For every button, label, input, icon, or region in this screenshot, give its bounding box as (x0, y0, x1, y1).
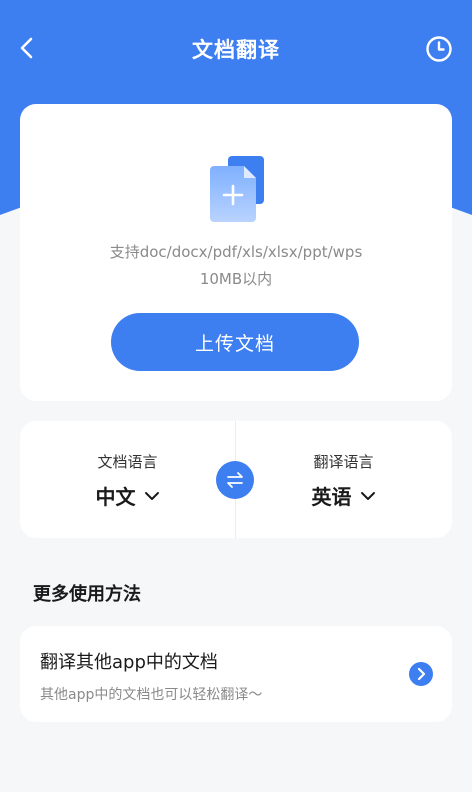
target-language-row: 英语 (236, 481, 451, 510)
supported-formats-text: 支持doc/docx/pdf/xls/xlsx/ppt/wps (109, 243, 363, 261)
source-language-value: 中文 (95, 485, 136, 509)
source-language-selector[interactable]: 文档语言 中文 (20, 421, 235, 538)
top-bar: 文档翻译 (0, 0, 472, 100)
target-language-value: 英语 (311, 485, 352, 509)
target-language-selector[interactable]: 翻译语言 英语 (236, 421, 451, 538)
history-button[interactable] (424, 34, 454, 64)
translate-other-app-item[interactable]: 翻译其他app中的文档 其他app中的文档也可以轻松翻译～ (20, 626, 452, 722)
chevron-right-circle-icon[interactable] (409, 662, 433, 686)
swap-languages-button[interactable] (216, 461, 254, 499)
clock-icon (426, 36, 452, 62)
target-language-caption: 翻译语言 (313, 453, 374, 471)
more-methods-title: 更多使用方法 (33, 584, 141, 605)
chevron-down-icon (144, 491, 159, 500)
source-language-row: 中文 (20, 481, 235, 510)
method-item-title: 翻译其他app中的文档 (40, 652, 218, 673)
swap-arrows-icon (227, 472, 243, 488)
chevron-down-icon (360, 491, 375, 500)
add-document-icon[interactable] (210, 156, 266, 224)
page-title: 文档翻译 (192, 38, 280, 62)
language-card: 文档语言 中文 翻译语言 英语 (20, 421, 452, 538)
document-translate-screen: 文档翻译 支持doc/docx/pdf/xls/xlsx/ppt/wps 10M… (0, 0, 472, 792)
source-language-caption: 文档语言 (97, 453, 158, 471)
method-item-description: 其他app中的文档也可以轻松翻译～ (40, 687, 263, 703)
upload-document-button[interactable]: 上传文档 (111, 313, 359, 371)
upload-card: 支持doc/docx/pdf/xls/xlsx/ppt/wps 10MB以内 上… (20, 104, 452, 401)
chevron-right-icon (417, 667, 426, 681)
size-limit-text: 10MB以内 (199, 270, 273, 288)
